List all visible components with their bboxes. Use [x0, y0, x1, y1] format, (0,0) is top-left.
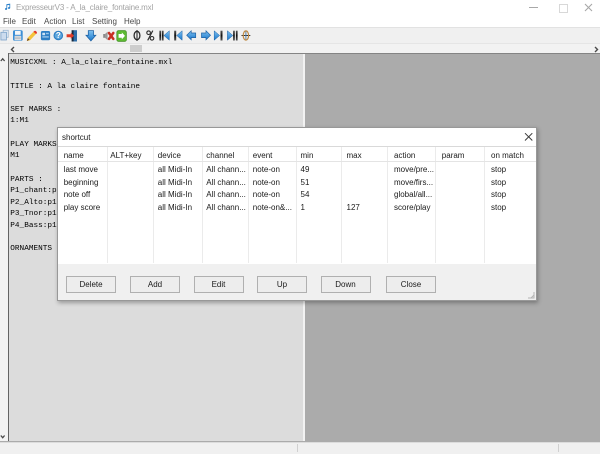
svg-text:?: ? — [56, 31, 61, 40]
